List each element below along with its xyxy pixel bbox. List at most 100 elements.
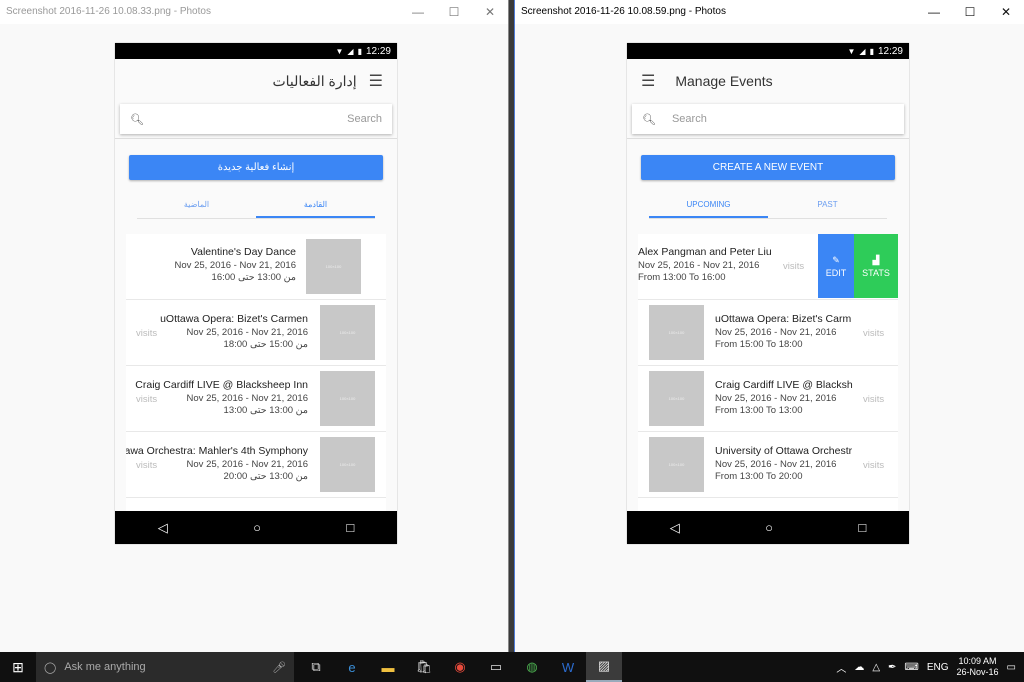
event-date: Nov 25, 2016 - Nov 21, 2016: [715, 459, 837, 470]
tab-past[interactable]: الماضية: [137, 198, 256, 218]
close-button[interactable]: ✕: [988, 0, 1024, 24]
clock-time: 10:09 AM: [958, 656, 997, 666]
signal-icon: ◢: [347, 46, 354, 56]
event-title: Craig Cardiff LIVE @ Blacksheep Inn: [135, 379, 308, 391]
microphone-icon[interactable]: 🎤︎: [272, 661, 286, 674]
maximize-button[interactable]: ☐: [436, 0, 472, 24]
event-title: University of Ottawa Orchestr: [715, 445, 853, 457]
home-icon[interactable]: ○: [765, 520, 773, 535]
battery-icon: ▮: [357, 46, 362, 56]
search-placeholder: Search: [671, 113, 707, 125]
pen-icon[interactable]: ✒: [888, 662, 896, 673]
app-bar: ☰ Manage Events: [627, 59, 909, 103]
event-title: Alex Pangman and Peter Liu: [638, 246, 772, 258]
file-explorer-icon[interactable]: ▬: [370, 652, 406, 682]
keyboard-icon[interactable]: ⌨: [904, 662, 918, 673]
menu-icon[interactable]: ☰: [641, 71, 655, 91]
right-titlebar: Screenshot 2016-11-26 10.08.59.png - Pho…: [515, 0, 1024, 24]
stats-button[interactable]: ▟ STATS: [854, 234, 898, 298]
visits-label: visits: [136, 460, 158, 471]
search-bar[interactable]: 🔍︎ Search: [632, 104, 904, 134]
store-icon[interactable]: 🛍︎: [406, 652, 442, 682]
visits-label: visits: [136, 328, 158, 339]
minimize-button[interactable]: —: [916, 0, 952, 24]
clock-date: 26-Nov-16: [956, 667, 999, 677]
onedrive-icon[interactable]: ☁: [854, 662, 864, 673]
event-time: من 13:00 حتى 20:00: [223, 471, 308, 482]
home-icon[interactable]: ○: [253, 520, 261, 535]
edge-browser-icon[interactable]: e: [334, 652, 370, 682]
event-time: From 13:00 To 20:00: [715, 471, 803, 482]
event-time: From 13:00 To 16:00: [638, 272, 726, 283]
event-title: uOttawa Opera: Bizet's Carmen: [160, 313, 308, 325]
event-thumbnail: 100×100: [320, 305, 375, 360]
close-button[interactable]: ✕: [472, 0, 508, 24]
bar-chart-icon: ▟: [872, 254, 880, 265]
android-nav-bar: ◁ ○ □: [627, 511, 909, 544]
event-thumbnail: 100×100: [320, 437, 375, 492]
page-title: Manage Events: [675, 73, 773, 89]
tab-upcoming[interactable]: UPCOMING: [649, 198, 768, 218]
windows-start-icon[interactable]: ⊞: [0, 652, 36, 682]
back-icon[interactable]: ◁: [158, 520, 168, 536]
list-item[interactable]: visits University of Ottawa Orchestra: M…: [126, 432, 386, 498]
language-indicator[interactable]: ENG: [927, 662, 949, 673]
status-time: 12:29: [365, 45, 391, 57]
terminal-icon[interactable]: ▭: [478, 652, 514, 682]
list-item[interactable]: 100×100 University of Ottawa Orchestr No…: [638, 432, 898, 498]
event-date: Nov 25, 2016 - Nov 21, 2016: [186, 393, 308, 404]
event-time: From 15:00 To 18:00: [715, 339, 803, 350]
edit-button[interactable]: ✎ EDIT: [818, 234, 854, 298]
tray-chevron-icon[interactable]: ︿: [836, 660, 846, 675]
event-list: Alex Pangman and Peter Liu Nov 25, 2016 …: [638, 234, 898, 511]
event-date: Nov 25, 2016 - Nov 21, 2016: [186, 327, 308, 338]
photos-icon[interactable]: ▨: [586, 652, 622, 682]
visits-label: visits: [863, 394, 885, 405]
event-list: Valentine's Day Dance Nov 25, 2016 - Nov…: [126, 234, 386, 511]
word-icon[interactable]: W: [550, 652, 586, 682]
list-item[interactable]: visits Craig Cardiff LIVE @ Blacksheep I…: [126, 366, 386, 432]
app-bar: إدارة الفعاليات ☰: [115, 59, 397, 103]
taskbar-apps: ⧉ e ▬ 🛍︎ ◉ ▭ ◍ W ▨: [298, 652, 622, 682]
event-title: Valentine's Day Dance: [190, 246, 296, 258]
maximize-button[interactable]: ☐: [952, 0, 988, 24]
list-item[interactable]: 100×100 Craig Cardiff LIVE @ Blacksh Nov…: [638, 366, 898, 432]
status-bar: ▼ ◢ ▮ 12:29: [115, 43, 397, 59]
tab-past[interactable]: PAST: [768, 198, 887, 218]
create-event-button[interactable]: إنشاء فعالية جديدة: [129, 155, 383, 180]
event-date: Nov 25, 2016 - Nov 21, 2016: [638, 260, 760, 271]
system-clock[interactable]: 10:09 AM 26-Nov-16: [957, 656, 999, 678]
create-event-button[interactable]: CREATE A NEW EVENT: [641, 155, 895, 180]
google-drive-icon[interactable]: △: [872, 662, 880, 673]
system-tray: ︿ ☁ △ ✒ ⌨ ENG 10:09 AM 26-Nov-16 ▭: [836, 656, 1024, 678]
event-time: From 13:00 To 13:00: [715, 405, 803, 416]
task-view-icon[interactable]: ⧉: [298, 652, 334, 682]
cortana-search-box[interactable]: ◯ Ask me anything 🎤︎: [36, 652, 294, 682]
divider: [115, 138, 397, 139]
chrome-icon[interactable]: ◉: [442, 652, 478, 682]
list-item[interactable]: Alex Pangman and Peter Liu Nov 25, 2016 …: [638, 234, 898, 300]
event-time: من 15:00 حتى 18:00: [223, 339, 308, 350]
status-time: 12:29: [877, 45, 903, 57]
event-date: Nov 25, 2016 - Nov 21, 2016: [174, 260, 296, 271]
visits-label: visits: [136, 394, 158, 405]
back-icon[interactable]: ◁: [670, 520, 680, 536]
minimize-button[interactable]: —: [400, 0, 436, 24]
app-globe-icon[interactable]: ◍: [514, 652, 550, 682]
recents-icon[interactable]: □: [858, 520, 866, 535]
event-time: من 13:00 حتى 13:00: [223, 405, 308, 416]
cortana-icon: ◯: [44, 661, 57, 674]
menu-icon[interactable]: ☰: [369, 71, 383, 91]
left-window-title: Screenshot 2016-11-26 10.08.33.png - Pho…: [6, 6, 211, 17]
list-item[interactable]: 100×100 uOttawa Opera: Bizet's Carm Nov …: [638, 300, 898, 366]
notifications-icon[interactable]: ▭: [1007, 662, 1016, 673]
list-item[interactable]: visits uOttawa Opera: Bizet's Carmen Nov…: [126, 300, 386, 366]
tab-upcoming[interactable]: القادمة: [256, 198, 375, 218]
list-item[interactable]: Valentine's Day Dance Nov 25, 2016 - Nov…: [126, 234, 386, 300]
recents-icon[interactable]: □: [346, 520, 354, 535]
event-time: من 13:00 حتى 16:00: [211, 272, 296, 283]
search-bar[interactable]: 🔍︎ Search: [120, 104, 392, 134]
visits-label: visits: [783, 261, 805, 272]
status-bar: ▼ ◢ ▮ 12:29: [627, 43, 909, 59]
left-photos-window: Screenshot 2016-11-26 10.08.33.png - Pho…: [0, 0, 509, 652]
